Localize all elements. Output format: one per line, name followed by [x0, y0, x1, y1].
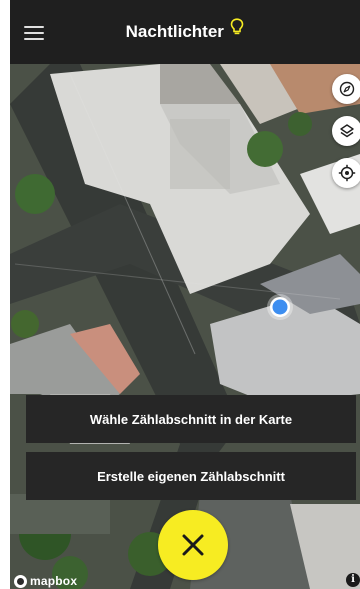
compass-button[interactable]: [332, 74, 360, 104]
app-header: Nachtlichter: [10, 0, 360, 64]
locate-button[interactable]: [332, 158, 360, 188]
close-fab-button[interactable]: [158, 510, 228, 580]
app-frame: Nachtlichter Wähle Zählabschnitt in der …: [10, 0, 360, 589]
locate-icon: [338, 164, 356, 182]
app-title: Nachtlichter: [125, 22, 224, 41]
lightbulb-icon: [231, 18, 244, 35]
mapbox-logo-text: mapbox: [30, 574, 78, 588]
close-icon: [182, 534, 204, 556]
choose-section-label: Wähle Zählabschnitt in der Karte: [89, 411, 293, 427]
choose-section-button[interactable]: Wähle Zählabschnitt in der Karte: [26, 395, 356, 443]
mapbox-logo[interactable]: mapbox: [14, 574, 77, 588]
create-section-label: Erstelle eigenen Zählabschnitt: [97, 468, 285, 484]
compass-icon: [339, 81, 355, 97]
title-group: Nachtlichter: [10, 18, 360, 42]
create-section-button[interactable]: Erstelle eigenen Zählabschnitt: [26, 452, 356, 500]
attribution-info-button[interactable]: i: [346, 573, 360, 587]
layers-icon: [340, 124, 354, 138]
mapbox-mark-icon: [14, 574, 27, 588]
layers-button[interactable]: [332, 116, 360, 146]
